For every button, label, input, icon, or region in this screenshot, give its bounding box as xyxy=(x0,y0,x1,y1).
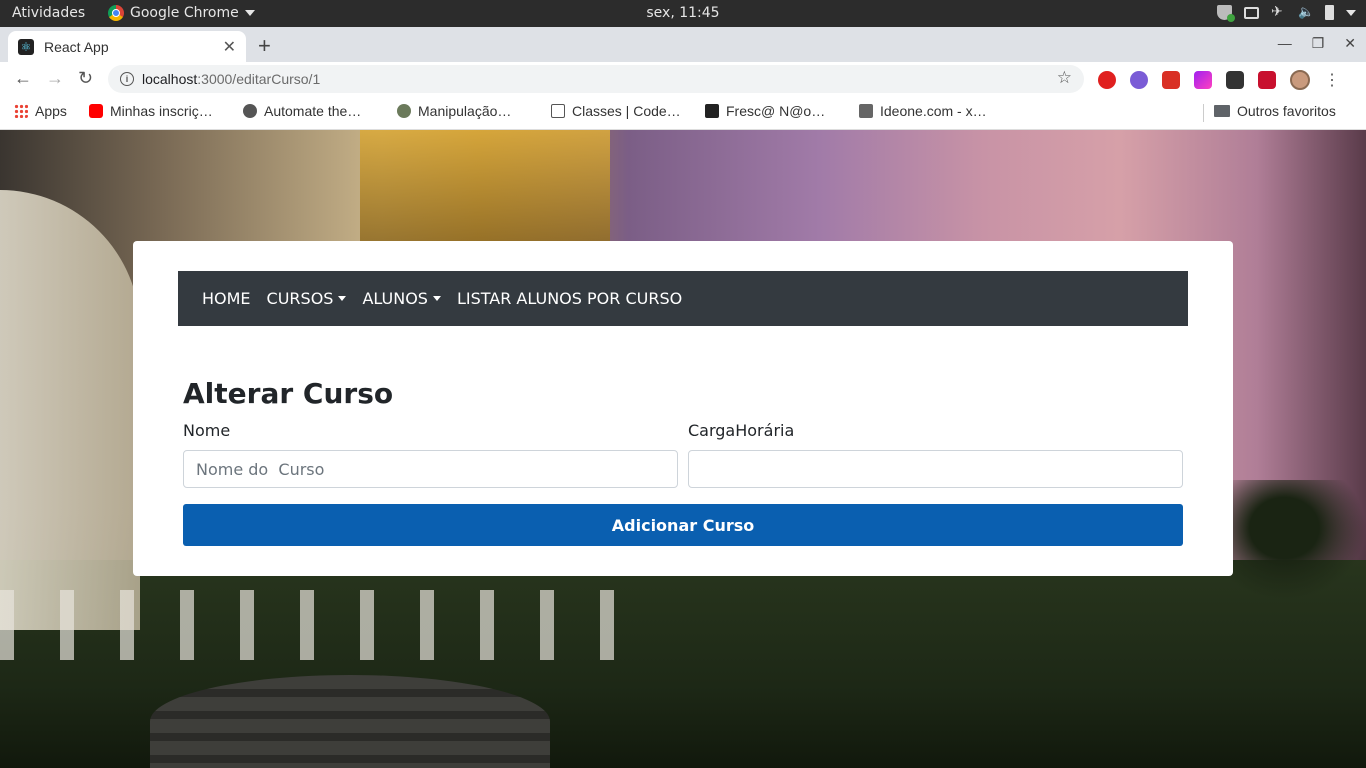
chevron-down-icon xyxy=(432,296,441,301)
background-arch xyxy=(0,190,140,630)
bookmark-item[interactable]: Manipulação… xyxy=(397,103,511,119)
github-icon xyxy=(397,104,411,118)
name-label: Nome xyxy=(183,421,231,440)
bookmark-label: Fresc@ N@o… xyxy=(726,103,826,119)
screen-icon[interactable] xyxy=(1244,6,1259,19)
workload-input[interactable] xyxy=(688,450,1183,488)
background-steps xyxy=(150,675,550,768)
clock[interactable]: sex, 11:45 xyxy=(646,5,719,21)
course-name-input[interactable] xyxy=(183,450,678,488)
main-navbar: HOME CURSOS ALUNOS LISTAR ALUNOS POR CUR… xyxy=(178,271,1188,326)
browser-tab[interactable]: ⚛ React App ✕ xyxy=(8,31,246,62)
back-arrow-icon[interactable]: ← xyxy=(14,68,32,89)
bookmark-item[interactable]: Fresc@ N@o… xyxy=(705,103,825,119)
extensions-row: ⋮ xyxy=(1098,70,1340,90)
url-path: :3000/editarCurso/1 xyxy=(197,71,321,87)
bookmark-item[interactable]: Minhas inscriç… xyxy=(89,103,213,119)
background-railing xyxy=(0,590,620,660)
volume-icon[interactable]: 🔈 xyxy=(1298,5,1314,20)
security-shield-icon[interactable] xyxy=(1217,5,1235,22)
background-building xyxy=(360,130,610,250)
bookmark-item[interactable]: Classes | Code… xyxy=(551,103,681,119)
other-bookmarks-label: Outros favoritos xyxy=(1237,103,1336,119)
folder-icon xyxy=(1214,105,1230,117)
bookmark-item[interactable]: Ideone.com - x… xyxy=(859,103,987,119)
address-bar[interactable]: i localhost :3000/editarCurso/1 ☆ xyxy=(108,65,1084,93)
form-card: HOME CURSOS ALUNOS LISTAR ALUNOS POR CUR… xyxy=(133,241,1233,576)
battery-icon[interactable] xyxy=(1325,5,1334,20)
youtube-icon xyxy=(89,104,103,118)
clock-wrap: sex, 11:45 xyxy=(0,5,1366,21)
nav-cursos-dropdown[interactable]: CURSOS xyxy=(267,289,347,308)
nav-listar-alunos[interactable]: LISTAR ALUNOS POR CURSO xyxy=(457,289,682,308)
fresco-icon xyxy=(705,104,719,118)
chrome-menu-icon[interactable]: ⋮ xyxy=(1324,70,1340,90)
bookmark-label: Classes | Code… xyxy=(572,103,681,119)
restore-icon[interactable]: ❐ xyxy=(1312,35,1325,52)
bookmark-apps[interactable]: Apps xyxy=(14,103,67,119)
other-bookmarks-folder[interactable]: Outros favoritos xyxy=(1214,103,1336,119)
code-extension-icon[interactable] xyxy=(1226,71,1244,89)
nav-alunos-dropdown[interactable]: ALUNOS xyxy=(362,289,441,308)
globe-icon xyxy=(243,104,257,118)
bookmark-label: Ideone.com - x… xyxy=(880,103,987,119)
apps-grid-icon xyxy=(14,104,28,118)
bookmark-star-icon[interactable]: ☆ xyxy=(1057,68,1072,88)
bookmark-label: Automate the… xyxy=(264,103,362,119)
profile-avatar[interactable] xyxy=(1290,70,1310,90)
bookmark-label: Apps xyxy=(35,103,67,119)
ideone-icon xyxy=(859,104,873,118)
minimize-icon[interactable]: — xyxy=(1278,35,1292,52)
adblock-icon[interactable] xyxy=(1098,71,1116,89)
site-info-icon[interactable]: i xyxy=(120,72,134,86)
url-host: localhost xyxy=(142,71,198,87)
airplane-mode-icon[interactable]: ✈ xyxy=(1271,5,1286,20)
pin-extension-icon[interactable] xyxy=(1162,71,1180,89)
codecademy-icon xyxy=(551,104,565,118)
system-tray[interactable]: ✈ 🔈 xyxy=(1217,5,1356,22)
add-course-button[interactable]: Adicionar Curso xyxy=(183,504,1183,546)
nav-home[interactable]: HOME xyxy=(202,289,251,308)
page-background: HOME CURSOS ALUNOS LISTAR ALUNOS POR CUR… xyxy=(0,130,1366,768)
nav-home-label: HOME xyxy=(202,289,251,308)
page-title: Alterar Curso xyxy=(183,377,394,410)
forward-arrow-icon[interactable]: → xyxy=(46,68,64,89)
bookmarks-bar: Apps Minhas inscriç… Automate the… Manip… xyxy=(0,96,1366,130)
reload-icon[interactable]: ↻ xyxy=(78,68,93,89)
system-menu-chevron-icon[interactable] xyxy=(1346,9,1356,16)
react-icon: ⚛ xyxy=(18,38,34,55)
pen-extension-icon[interactable] xyxy=(1194,71,1212,89)
extension-r-icon[interactable] xyxy=(1130,71,1148,89)
nav-listar-label: LISTAR ALUNOS POR CURSO xyxy=(456,289,683,308)
bookmark-label: Minhas inscriç… xyxy=(110,103,213,119)
bookmarks-divider xyxy=(1203,104,1204,122)
chevron-down-icon xyxy=(338,296,347,301)
close-window-icon[interactable]: ✕ xyxy=(1344,35,1356,52)
browser-toolbar: ← → ↻ i localhost :3000/editarCurso/1 ☆ … xyxy=(0,62,1366,96)
nav-alunos-label: ALUNOS xyxy=(362,289,428,308)
system-top-bar: Atividades Google Chrome sex, 11:45 ✈ 🔈 xyxy=(0,0,1366,27)
window-controls: — ❐ ✕ xyxy=(1278,35,1356,52)
grid-extension-icon[interactable] xyxy=(1258,71,1276,89)
close-tab-icon[interactable]: ✕ xyxy=(223,37,236,57)
new-tab-button[interactable]: + xyxy=(258,33,271,59)
tab-title: React App xyxy=(44,38,109,55)
workload-label: CargaHorária xyxy=(688,421,795,440)
nav-cursos-label: CURSOS xyxy=(266,289,334,308)
tab-strip: ⚛ React App ✕ + — ❐ ✕ xyxy=(0,27,1366,62)
bookmark-item[interactable]: Automate the… xyxy=(243,103,361,119)
bookmark-label: Manipulação… xyxy=(418,103,512,119)
background-palm xyxy=(1230,480,1366,600)
